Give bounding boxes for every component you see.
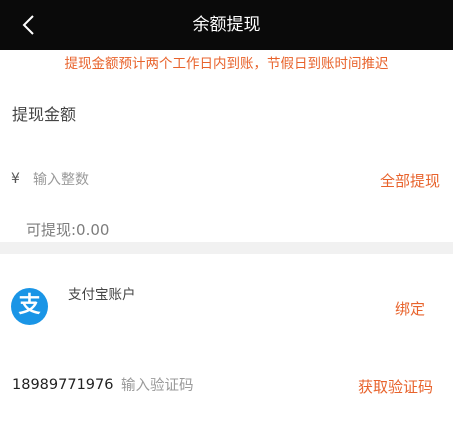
amount-input[interactable]: [33, 168, 333, 192]
alipay-icon: 支: [11, 288, 48, 325]
phone-number: 18989771976: [12, 377, 114, 393]
currency-symbol: ¥: [11, 171, 20, 187]
get-code-button[interactable]: 获取验证码: [358, 376, 433, 397]
available-balance: 可提现:0.00: [26, 221, 110, 239]
top-bar: 余额提现: [0, 0, 453, 50]
bind-button[interactable]: 绑定: [395, 298, 425, 319]
page-title: 余额提现: [192, 15, 261, 35]
amount-section-label: 提现金额: [12, 105, 77, 124]
amount-row: ¥ 全部提现: [0, 166, 453, 196]
alipay-glyph: 支: [18, 293, 41, 318]
withdraw-notice: 提现金额预计两个工作日内到账，节假日到账时间推迟: [64, 56, 389, 72]
withdraw-all-button[interactable]: 全部提现: [380, 170, 440, 191]
section-divider: [0, 242, 453, 254]
verification-code-input[interactable]: [121, 374, 311, 398]
alipay-account-label: 支付宝账户: [68, 287, 136, 303]
